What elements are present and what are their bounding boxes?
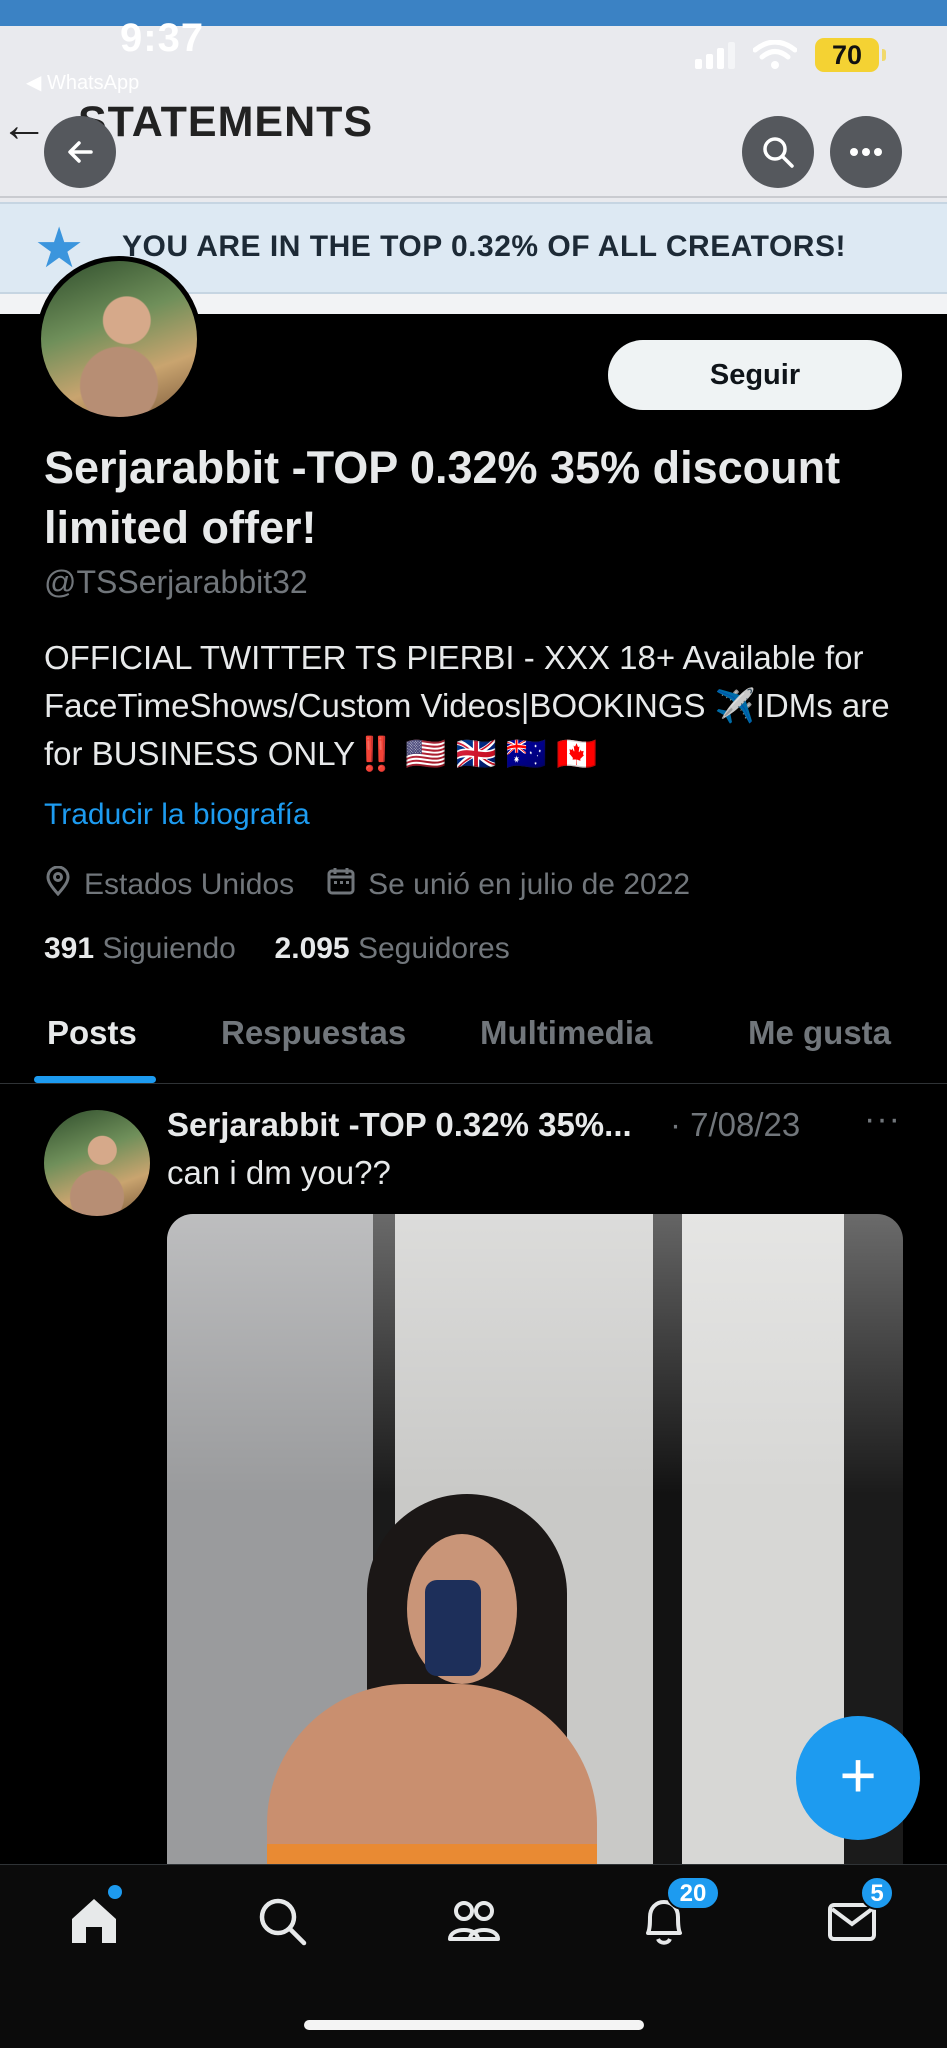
communities-icon bbox=[448, 1901, 500, 1941]
user-handle: @TSSerjarabbit32 bbox=[44, 564, 308, 600]
post-date[interactable]: · 7/08/23 bbox=[670, 1106, 800, 1144]
followers-count: 2.095 bbox=[274, 932, 350, 965]
home-new-dot bbox=[108, 1885, 122, 1899]
followers-label: Seguidores bbox=[357, 932, 510, 965]
location-icon bbox=[44, 865, 72, 904]
tab-media[interactable]: Multimedia bbox=[480, 1014, 652, 1052]
search-icon bbox=[259, 1898, 307, 1946]
underlying-page-title: STATEMENTS bbox=[78, 98, 374, 146]
nav-home[interactable] bbox=[66, 1893, 126, 1953]
profile-meta: Estados Unidos Se unió en julio de 2022 bbox=[44, 865, 691, 904]
search-button[interactable] bbox=[742, 116, 814, 188]
nav-communities[interactable] bbox=[446, 1893, 506, 1953]
profile-tabs: Posts Respuestas Multimedia Me gusta bbox=[0, 1000, 947, 1084]
post-text: can i dm you?? bbox=[167, 1154, 391, 1191]
back-to-app-link[interactable]: ◀ WhatsApp bbox=[26, 70, 139, 95]
signal-icon bbox=[695, 41, 735, 69]
follow-stats: 391 Siguiendo 2.095 Seguidores bbox=[44, 932, 510, 966]
following-link[interactable]: 391 Siguiendo bbox=[44, 932, 236, 965]
following-count: 391 bbox=[44, 932, 95, 965]
post-avatar[interactable] bbox=[44, 1110, 150, 1216]
active-tab-indicator bbox=[34, 1076, 156, 1083]
back-button[interactable] bbox=[44, 116, 116, 188]
following-label: Siguiendo bbox=[102, 932, 236, 965]
back-arrow-icon bbox=[68, 141, 93, 163]
follow-button[interactable]: Seguir bbox=[608, 340, 902, 410]
tab-likes[interactable]: Me gusta bbox=[748, 1014, 891, 1052]
header-divider bbox=[0, 196, 947, 198]
profile-avatar[interactable] bbox=[36, 256, 202, 422]
location-text: Estados Unidos bbox=[84, 868, 295, 901]
tab-posts[interactable]: Posts bbox=[47, 1014, 137, 1052]
post-author[interactable]: Serjarabbit -TOP 0.32% 35%... bbox=[167, 1106, 632, 1144]
translate-bio-link[interactable]: Traducir la biografía bbox=[44, 798, 310, 832]
compose-post-button[interactable]: + bbox=[796, 1716, 920, 1840]
wifi-icon bbox=[753, 40, 797, 69]
messages-badge: 5 bbox=[860, 1876, 894, 1910]
more-options-button[interactable] bbox=[830, 116, 902, 188]
status-time: 9:37 bbox=[120, 16, 205, 60]
tab-replies[interactable]: Respuestas bbox=[221, 1014, 406, 1052]
image-phone bbox=[425, 1580, 481, 1676]
post-image[interactable] bbox=[167, 1214, 903, 1914]
battery-indicator: 70 bbox=[815, 38, 886, 72]
more-icon bbox=[850, 148, 882, 156]
banner-text: YOU ARE IN THE TOP 0.32% OF ALL CREATORS… bbox=[122, 230, 846, 263]
joined-date: Se unió en julio de 2022 bbox=[368, 868, 691, 901]
search-icon bbox=[763, 137, 794, 168]
followers-link[interactable]: 2.095 Seguidores bbox=[275, 932, 510, 965]
home-icon bbox=[72, 1899, 116, 1943]
status-icons: 70 bbox=[695, 38, 886, 72]
nav-explore[interactable] bbox=[254, 1893, 314, 1953]
calendar-icon bbox=[326, 866, 356, 904]
underlying-back-arrow-icon: ← bbox=[0, 99, 48, 152]
post-more-icon[interactable]: ··· bbox=[864, 1100, 901, 1139]
notifications-badge: 20 bbox=[666, 1876, 720, 1910]
display-name: Serjarabbit -TOP 0.32% 35% discount limi… bbox=[44, 442, 841, 553]
bio: OFFICIAL TWITTER TS PIERBI - XXX 18+ Ava… bbox=[44, 639, 890, 772]
home-indicator bbox=[304, 2020, 644, 2030]
